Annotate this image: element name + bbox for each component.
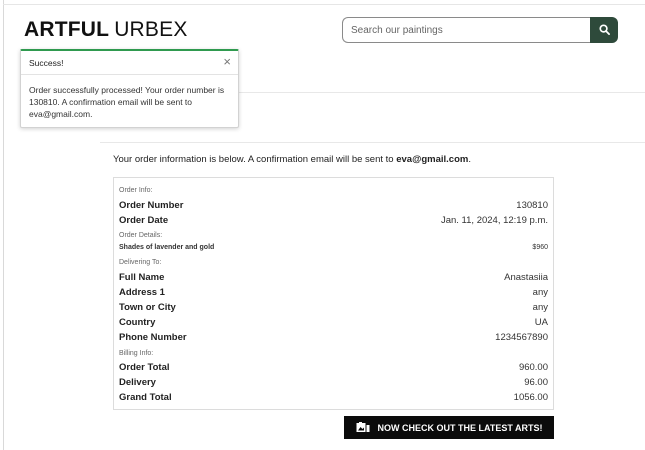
toast-message: Order successfully processed! Your order… [29, 85, 225, 119]
address1-label: Address 1 [119, 287, 165, 298]
order-total-value: 960.00 [518, 362, 548, 373]
search-button[interactable] [590, 17, 618, 43]
content-divider [100, 142, 645, 143]
town-value: any [532, 302, 548, 313]
phone-value: 1234567890 [495, 332, 548, 343]
grand-total-row: Grand Total 1056.00 [119, 392, 548, 405]
town-label: Town or City [119, 302, 176, 313]
delivery-value: 96.00 [524, 377, 548, 388]
success-toast: Success! × Order successfully processed!… [20, 49, 239, 128]
full-name-value: Anastasiia [504, 272, 548, 283]
address1-value: any [532, 287, 548, 298]
latest-arts-label: NOW CHECK OUT THE LATEST ARTS! [377, 422, 543, 433]
delivery-label: Delivery [119, 377, 156, 388]
order-intro-text: Your order information is below. A confi… [113, 154, 471, 165]
town-row: Town or City any [119, 302, 548, 315]
order-number-label: Order Number [119, 200, 184, 211]
intro-email: eva@gmail.com [396, 154, 469, 165]
intro-text: Your order information is below. A confi… [113, 154, 394, 165]
header-divider [230, 92, 645, 93]
order-total-label: Order Total [119, 362, 170, 373]
search-icon [598, 23, 610, 38]
site-logo[interactable]: ARTFUL URBEX [24, 18, 188, 42]
phone-label: Phone Number [119, 332, 187, 343]
page-border-left [3, 0, 4, 450]
order-summary-card: Order Info: Order Number 130810 Order Da… [113, 177, 554, 410]
delivery-row: Delivery 96.00 [119, 377, 548, 390]
order-item-price: $960 [532, 244, 548, 251]
logo-urbex: URBEX [114, 18, 188, 41]
gallery-icon [356, 422, 370, 433]
order-date-row: Order Date Jan. 11, 2024, 12:19 p.m. [119, 215, 548, 228]
search-input[interactable] [342, 17, 590, 43]
country-label: Country [119, 317, 156, 328]
delivering-to-label: Delivering To: [119, 259, 162, 266]
order-total-row: Order Total 960.00 [119, 362, 548, 375]
latest-arts-button[interactable]: NOW CHECK OUT THE LATEST ARTS! [344, 416, 554, 439]
search-form [342, 17, 618, 43]
toast-header: Success! × [21, 51, 238, 75]
order-number-row: Order Number 130810 [119, 200, 548, 213]
full-name-label: Full Name [119, 272, 165, 283]
grand-total-value: 1056.00 [513, 392, 548, 403]
logo-artful: ARTFUL [24, 18, 110, 41]
order-item-name: Shades of lavender and gold [119, 244, 215, 251]
order-details-label: Order Details: [119, 232, 163, 239]
page-border-top [3, 4, 645, 5]
order-item-row: Shades of lavender and gold $960 [119, 244, 548, 257]
order-number-value: 130810 [516, 200, 548, 211]
order-date-label: Order Date [119, 215, 169, 226]
order-info-label: Order Info: [119, 187, 153, 194]
country-value: UA [534, 317, 548, 328]
close-icon[interactable]: × [223, 54, 231, 70]
address1-row: Address 1 any [119, 287, 548, 300]
country-row: Country UA [119, 317, 548, 330]
phone-row: Phone Number 1234567890 [119, 332, 548, 345]
intro-end: . [468, 154, 471, 165]
order-date-value: Jan. 11, 2024, 12:19 p.m. [440, 215, 548, 226]
full-name-row: Full Name Anastasiia [119, 272, 548, 285]
toast-title: Success! [29, 58, 64, 68]
grand-total-label: Grand Total [119, 392, 172, 403]
billing-info-label: Billing Info: [119, 350, 154, 357]
